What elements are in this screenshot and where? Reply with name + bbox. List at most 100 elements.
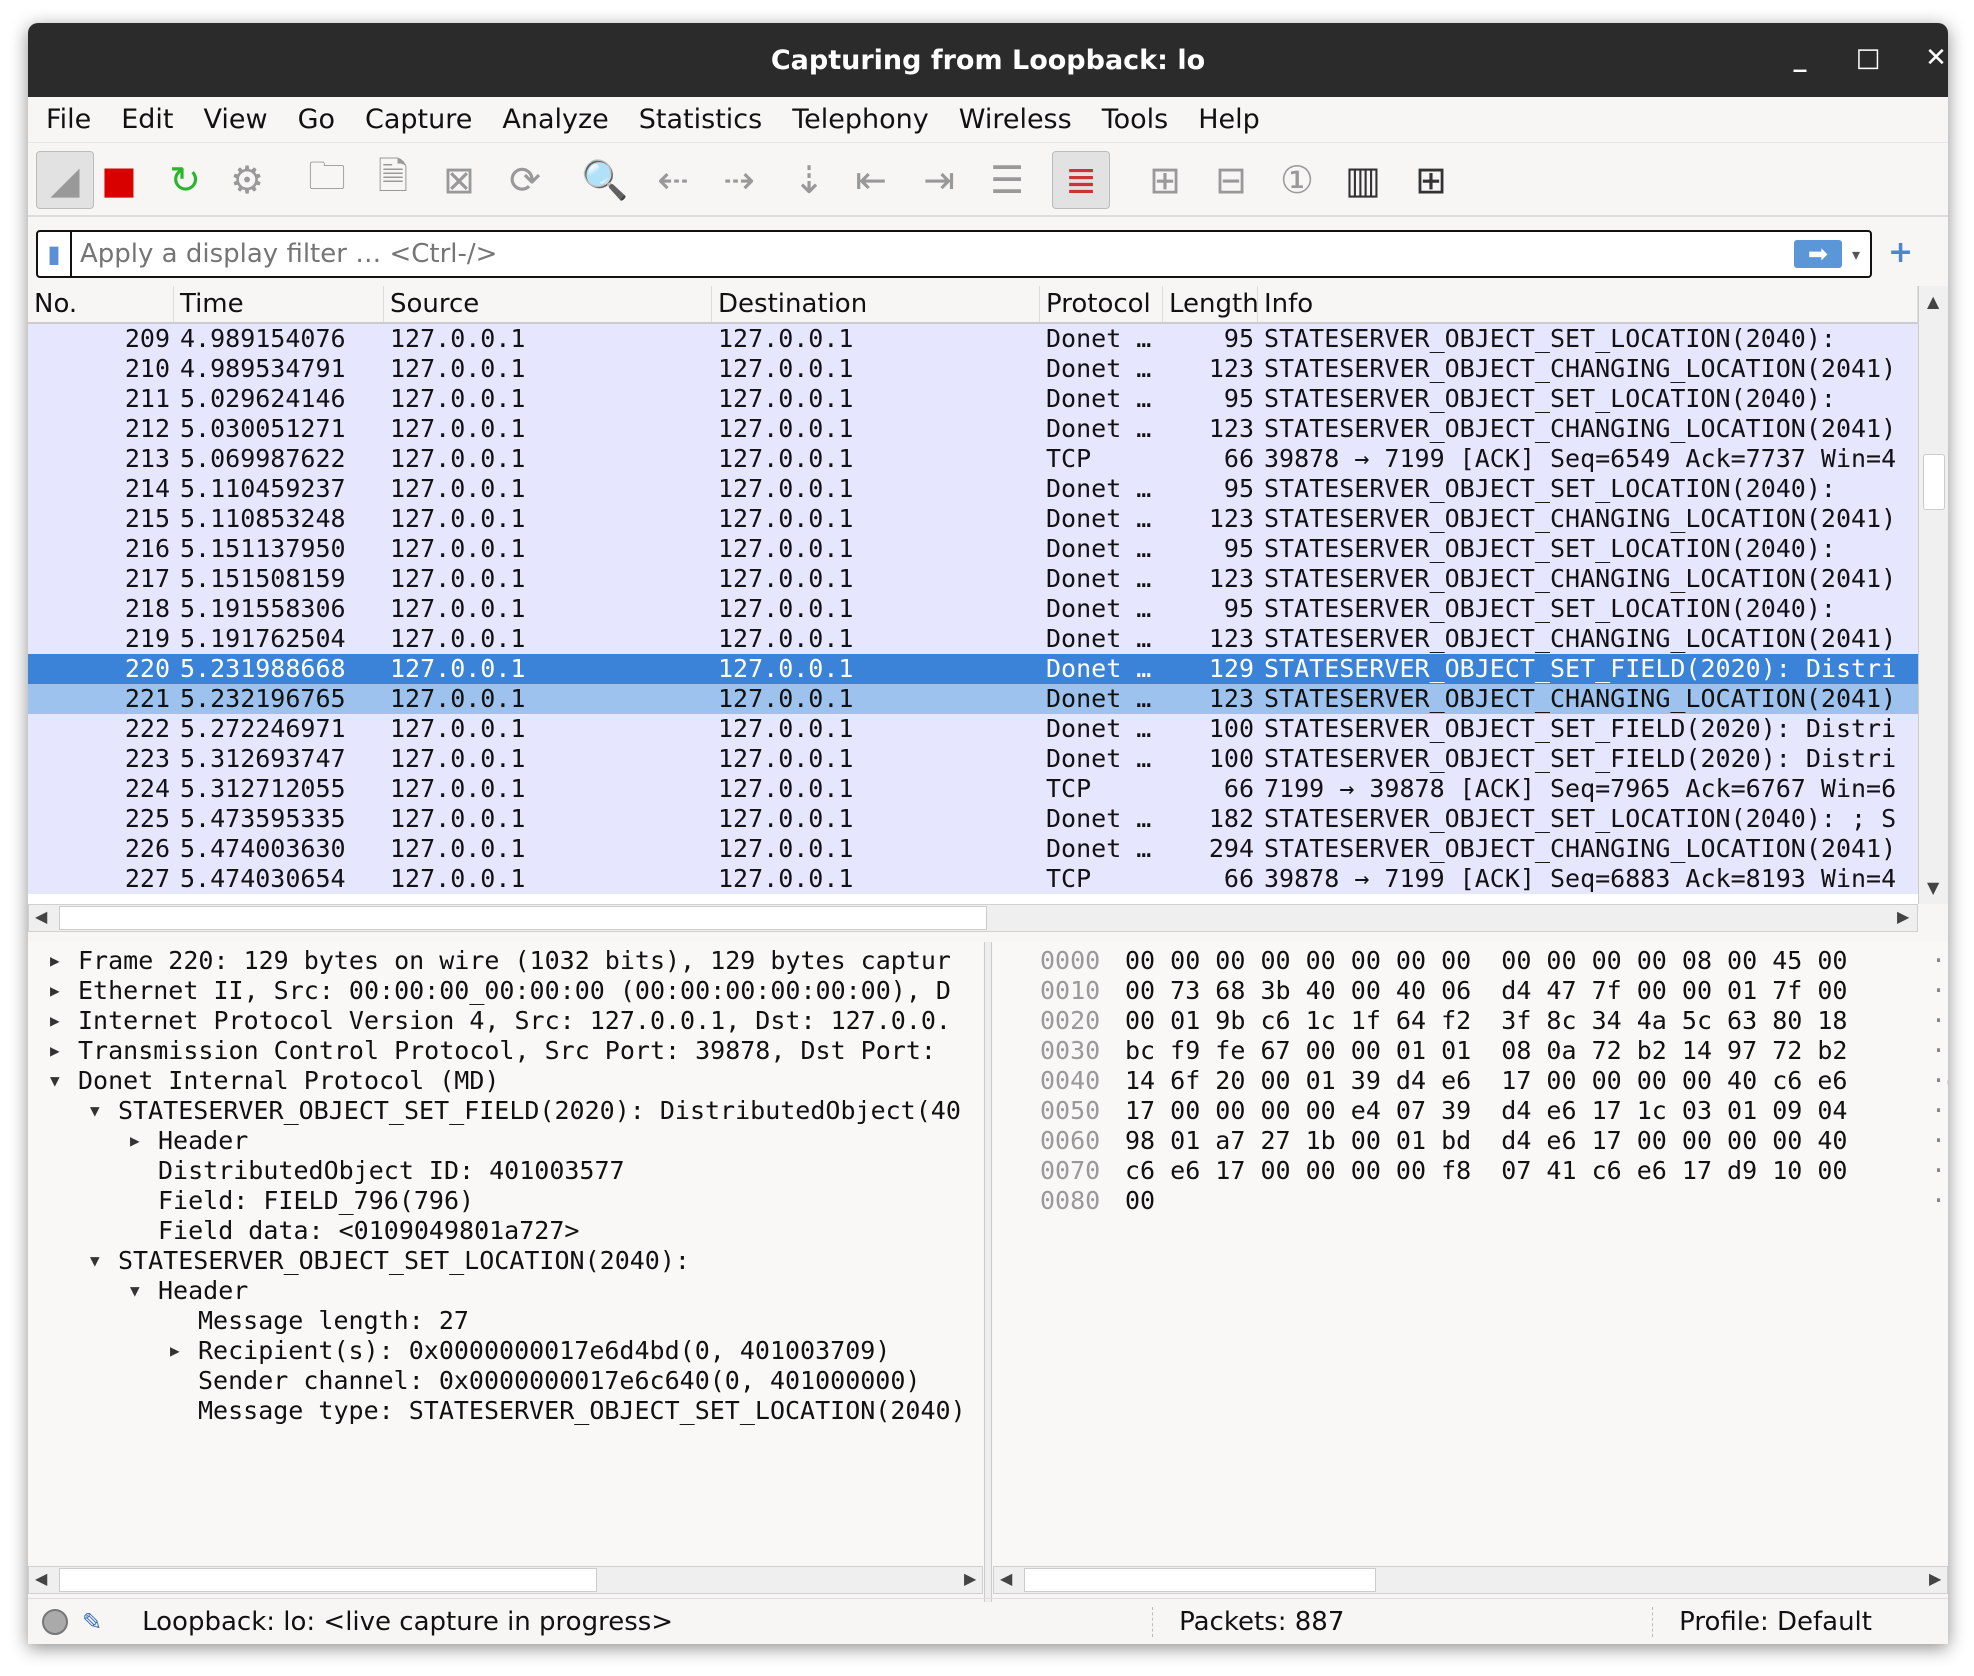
packet-list-hscrollbar[interactable]: ◀ ▶ [28, 904, 1918, 932]
packet-row[interactable]: 220 5.231988668 127.0.0.1 127.0.0.1 Donet … 1… [28, 654, 1918, 684]
zoom-in-icon[interactable]: ⊞ [1136, 151, 1194, 209]
detail-item[interactable]: ▶ Recipient(s): 0x0000000017e6d4bd(0, 401… [28, 1336, 983, 1366]
normal-size-icon[interactable]: ① [1268, 151, 1326, 209]
go-back-icon[interactable]: ⇠ [644, 151, 702, 209]
detail-item[interactable]: ▶ Internet Protocol Version 4, Src: 127.0… [28, 1006, 983, 1036]
packet-row[interactable]: 222 5.272246971 127.0.0.1 127.0.0.1 Donet … 1… [28, 714, 1918, 744]
filter-history-dropdown[interactable]: ▾ [1852, 245, 1860, 264]
display-filter-input[interactable] [72, 239, 1794, 269]
detail-item[interactable]: ▼ STATESERVER_OBJECT_SET_FIELD(2020): Dis… [28, 1096, 983, 1126]
autoscroll-icon[interactable]: ☰ [978, 151, 1036, 209]
add-filter-button[interactable]: + [1888, 235, 1913, 270]
scroll-right-arrow-icon[interactable]: ▶ [1897, 907, 1909, 926]
hex-bytes[interactable]: 98 01 a7 27 1b 00 01 bd d4 e6 17 00 00 0… [1125, 1126, 1847, 1155]
detail-item[interactable]: ▶ Transmission Control Protocol, Src Port… [28, 1036, 983, 1066]
find-packet-icon[interactable]: 🔍 [576, 151, 634, 209]
packet-row[interactable]: 209 4.989154076 127.0.0.1 127.0.0.1 Donet … 9… [28, 324, 1918, 354]
expanded-arrow-icon[interactable]: ▼ [130, 1281, 140, 1300]
capture-options-icon[interactable]: ⚙ [218, 151, 276, 209]
hex-bytes[interactable]: 00 01 9b c6 1c 1f 64 f2 3f 8c 34 4a 5c 6… [1125, 1006, 1847, 1035]
bookmark-icon[interactable]: ▮ [38, 232, 72, 276]
hex-bytes[interactable]: 14 6f 20 00 01 39 d4 e6 17 00 00 00 00 4… [1125, 1066, 1847, 1095]
minimize-button[interactable]: _ [1782, 43, 1818, 73]
details-hscrollbar[interactable]: ◀ ▶ [28, 1566, 983, 1594]
packet-row[interactable]: 212 5.030051271 127.0.0.1 127.0.0.1 Donet … 1… [28, 414, 1918, 444]
packet-row[interactable]: 211 5.029624146 127.0.0.1 127.0.0.1 Donet … 9… [28, 384, 1918, 414]
column-header-protocol[interactable]: Protocol [1040, 286, 1163, 322]
detail-item[interactable]: DistributedObject ID: 401003577 [28, 1156, 983, 1186]
menu-go[interactable]: Go [298, 104, 335, 135]
hex-bytes[interactable]: 17 00 00 00 00 e4 07 39 d4 e6 17 1c 03 0… [1125, 1096, 1847, 1125]
column-header-source[interactable]: Source [384, 286, 712, 322]
scrollbar-thumb[interactable] [59, 906, 987, 930]
packet-row[interactable]: 227 5.474030654 127.0.0.1 127.0.0.1 TCP 66 398… [28, 864, 1918, 894]
hex-bytes[interactable]: bc f9 fe 67 00 00 01 01 08 0a 72 b2 14 9… [1125, 1036, 1847, 1065]
hex-bytes[interactable]: 00 [1125, 1186, 1155, 1215]
stop-capture-icon[interactable]: ■ [90, 151, 148, 209]
expanded-arrow-icon[interactable]: ▼ [50, 1071, 60, 1090]
hex-bytes[interactable]: 00 73 68 3b 40 00 40 06 d4 47 7f 00 00 0… [1125, 976, 1847, 1005]
menu-statistics[interactable]: Statistics [639, 104, 762, 135]
hex-ascii[interactable]: ··· [1931, 1126, 1948, 1155]
capture-comment-icon[interactable]: ✎ [82, 1608, 102, 1636]
collapsed-arrow-icon[interactable]: ▶ [170, 1341, 180, 1360]
scrollbar-thumb[interactable] [1024, 1568, 1376, 1592]
packet-row[interactable]: 216 5.151137950 127.0.0.1 127.0.0.1 Donet … 9… [28, 534, 1918, 564]
hex-bytes[interactable]: c6 e6 17 00 00 00 00 f8 07 41 c6 e6 17 d… [1125, 1156, 1847, 1185]
detail-item[interactable]: ▶ Frame 220: 129 bytes on wire (1032 bits… [28, 946, 983, 976]
bytes-hscrollbar[interactable]: ◀ ▶ [993, 1566, 1948, 1594]
packet-row[interactable]: 215 5.110853248 127.0.0.1 127.0.0.1 Donet … 1… [28, 504, 1918, 534]
column-header-info[interactable]: Info [1258, 286, 1918, 322]
hex-ascii[interactable]: ·o [1931, 1066, 1948, 1095]
hex-ascii[interactable]: ·sh [1931, 976, 1948, 1005]
detail-item[interactable]: Field data: <0109049801a727> [28, 1216, 983, 1246]
detail-item[interactable]: ▼ Header [28, 1276, 983, 1306]
column-header-time[interactable]: Time [174, 286, 384, 322]
resize-columns-icon[interactable]: ▥ [1334, 151, 1392, 209]
column-header-length[interactable]: Length [1163, 286, 1258, 322]
close-button[interactable]: ✕ [1918, 43, 1948, 73]
column-header-no[interactable]: No. [28, 286, 174, 322]
packet-row[interactable]: 218 5.191558306 127.0.0.1 127.0.0.1 Donet … 9… [28, 594, 1918, 624]
collapsed-arrow-icon[interactable]: ▶ [130, 1131, 140, 1150]
packet-row[interactable]: 224 5.312712055 127.0.0.1 127.0.0.1 TCP 66 719… [28, 774, 1918, 804]
scroll-right-arrow-icon[interactable]: ▶ [1929, 1569, 1941, 1588]
hex-bytes[interactable]: 00 00 00 00 00 00 00 00 00 00 00 00 08 0… [1125, 946, 1847, 975]
scroll-left-arrow-icon[interactable]: ◀ [35, 1569, 47, 1588]
collapsed-arrow-icon[interactable]: ▶ [50, 951, 60, 970]
save-file-icon[interactable]: 🗎 [364, 151, 422, 209]
hex-ascii[interactable]: ··· [1931, 1036, 1948, 1065]
packet-row[interactable]: 213 5.069987622 127.0.0.1 127.0.0.1 TCP 66 398… [28, 444, 1918, 474]
packet-row[interactable]: 225 5.473595335 127.0.0.1 127.0.0.1 Donet … 1… [28, 804, 1918, 834]
collapsed-arrow-icon[interactable]: ▶ [50, 1011, 60, 1030]
apply-filter-button[interactable]: ➡ [1793, 240, 1842, 268]
detail-item[interactable]: ▼ STATESERVER_OBJECT_SET_LOCATION(2040): [28, 1246, 983, 1276]
zoom-out-icon[interactable]: ⊟ [1202, 151, 1260, 209]
scroll-up-arrow-icon[interactable]: ▲ [1927, 292, 1939, 311]
maximize-button[interactable]: □ [1850, 43, 1886, 73]
expanded-arrow-icon[interactable]: ▼ [90, 1251, 100, 1270]
packet-row[interactable]: 219 5.191762504 127.0.0.1 127.0.0.1 Donet … 1… [28, 624, 1918, 654]
menu-edit[interactable]: Edit [121, 104, 173, 135]
open-file-icon[interactable]: 🗀 [298, 151, 356, 209]
restart-capture-icon[interactable]: ↻ [156, 151, 214, 209]
expanded-arrow-icon[interactable]: ▼ [90, 1101, 100, 1120]
packet-row[interactable]: 214 5.110459237 127.0.0.1 127.0.0.1 Donet … 9… [28, 474, 1918, 504]
menu-view[interactable]: View [203, 104, 267, 135]
expert-info-icon[interactable] [42, 1608, 68, 1635]
column-header-destination[interactable]: Destination [712, 286, 1040, 322]
hex-ascii[interactable]: · [1931, 1186, 1946, 1215]
pane-splitter[interactable] [984, 942, 992, 1602]
detail-item[interactable]: ▼ Donet Internal Protocol (MD) [28, 1066, 983, 1096]
last-packet-icon[interactable]: ⇥ [910, 151, 968, 209]
reload-file-icon[interactable]: ⟳ [496, 151, 554, 209]
scroll-left-arrow-icon[interactable]: ◀ [1000, 1569, 1012, 1588]
hex-ascii[interactable]: ··· [1931, 1006, 1948, 1035]
collapsed-arrow-icon[interactable]: ▶ [50, 981, 60, 1000]
detail-item[interactable]: Message length: 27 [28, 1306, 983, 1336]
hex-ascii[interactable]: ··· [1931, 1096, 1948, 1125]
menu-wireless[interactable]: Wireless [959, 104, 1072, 135]
detail-item[interactable]: Message type: STATESERVER_OBJECT_SET_LOC… [28, 1396, 983, 1426]
scrollbar-thumb[interactable] [59, 1568, 597, 1592]
packet-row[interactable]: 217 5.151508159 127.0.0.1 127.0.0.1 Donet … 1… [28, 564, 1918, 594]
